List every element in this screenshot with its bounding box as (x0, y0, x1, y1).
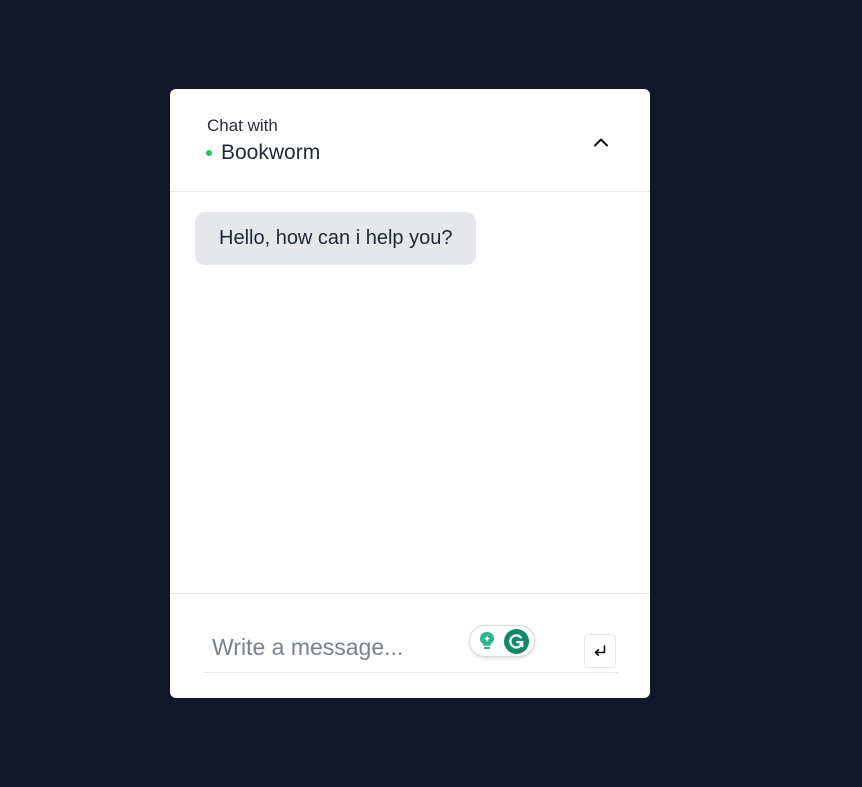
message-bubble-bot: Hello, how can i help you? (195, 212, 477, 265)
grammarly-g-glyph (509, 634, 524, 649)
message-composer (170, 594, 650, 698)
chat-header-title: Bookworm (221, 141, 321, 164)
chat-header-subtitle: Chat with (207, 116, 278, 135)
chevron-up-icon (594, 138, 608, 147)
grammarly-icon[interactable] (504, 629, 529, 654)
chat-widget: Chat with Bookworm Hello, how can i help… (170, 89, 650, 698)
writing-assistant-widget[interactable] (469, 625, 535, 657)
online-status-dot (206, 150, 212, 156)
input-underline (203, 672, 618, 673)
send-message-button[interactable] (584, 634, 616, 668)
lightbulb-icon[interactable] (476, 630, 498, 652)
messages-list: Hello, how can i help you? (170, 192, 650, 594)
chat-header: Chat with Bookworm (170, 89, 650, 192)
chat-header-title-row: Bookworm (206, 141, 320, 165)
message-input[interactable] (210, 627, 464, 667)
enter-return-icon (594, 645, 606, 656)
collapse-chat-button[interactable] (586, 127, 616, 157)
